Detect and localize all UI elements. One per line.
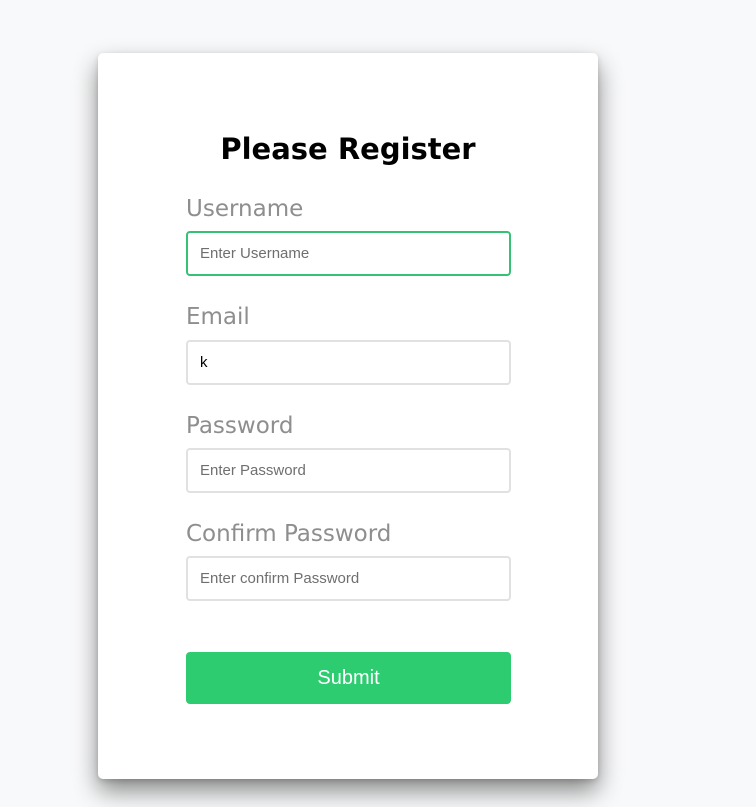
register-card: Please Register Username Email Password … [98,53,598,779]
password-label: Password [186,413,294,439]
email-input[interactable] [186,340,511,385]
email-label: Email [186,304,250,330]
confirm-password-label: Confirm Password [186,521,392,547]
form-title: Please Register [220,132,476,166]
submit-button[interactable]: Submit [186,652,511,704]
username-input[interactable] [186,231,511,276]
page: Please Register Username Email Password … [0,0,756,807]
password-input[interactable] [186,448,511,493]
confirm-password-input[interactable] [186,556,511,601]
username-label: Username [186,196,304,222]
